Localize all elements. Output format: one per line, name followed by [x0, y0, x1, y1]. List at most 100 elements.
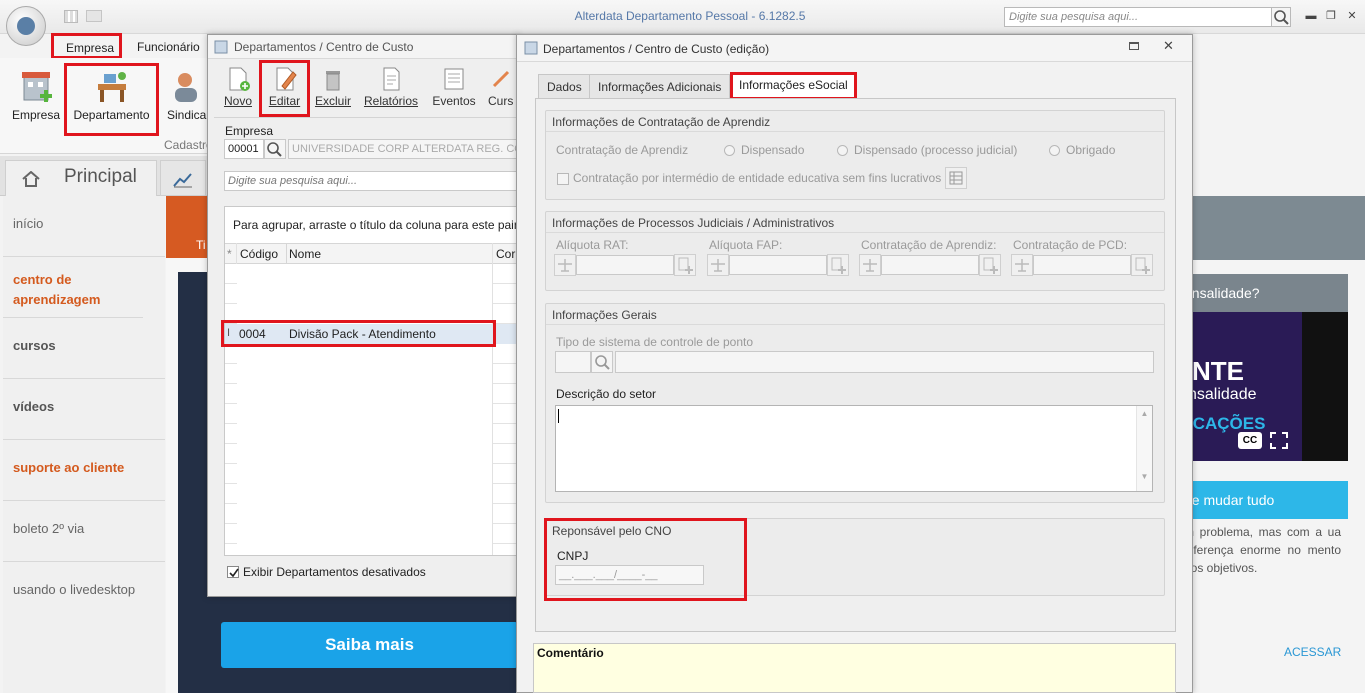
nav-item-boleto[interactable]: boleto 2º via	[3, 501, 165, 562]
right-panel-header	[1176, 196, 1365, 260]
maximize-icon[interactable]	[1129, 42, 1139, 50]
menu-empresa[interactable]: Empresa	[51, 33, 122, 59]
cnpj-input[interactable]: __.___.___/____-__	[555, 565, 704, 585]
row-cursor-icon: I	[227, 327, 231, 339]
report-icon	[383, 67, 400, 91]
group-divider	[546, 324, 1164, 325]
left-nav: início centro de aprendizagem cursos víd…	[3, 196, 165, 693]
col-header-nome[interactable]: Nome	[289, 247, 321, 261]
nav-item-suporte[interactable]: suporte ao cliente	[3, 440, 165, 501]
ribbon-sindicato-button[interactable]: Sindica	[163, 66, 209, 126]
nav-item-inicio[interactable]: início	[3, 196, 165, 257]
ribbon-empresa-button[interactable]: Empresa	[8, 66, 64, 126]
novo-button[interactable]: Novo	[220, 66, 256, 110]
menu-funcionario[interactable]: Funcionário	[130, 38, 207, 58]
nav-item-centro-aprendizagem[interactable]: centro de aprendizagem	[3, 257, 143, 318]
tab-dados[interactable]: Dados	[538, 74, 591, 98]
ribbon-departamento-label: Departamento	[73, 108, 150, 122]
nav-item-livedesktop[interactable]: usando o livedesktop	[3, 562, 165, 623]
col-header-cor[interactable]: Cor	[496, 247, 518, 261]
eventos-button[interactable]: Eventos	[428, 66, 480, 110]
radio-obrigado[interactable]	[1049, 145, 1060, 156]
chart-icon	[173, 173, 192, 188]
aliquota-rat-field[interactable]	[576, 255, 674, 275]
ponto-label: Tipo de sistema de controle de ponto	[556, 335, 754, 349]
video-title: NTE	[1192, 356, 1244, 386]
tab-informacoes-adicionais[interactable]: Informações Adicionais	[589, 74, 731, 98]
search-icon	[267, 142, 282, 157]
text-cursor	[558, 409, 559, 423]
ponto-search-button[interactable]	[591, 351, 613, 373]
editar-button[interactable]: Editar	[259, 60, 310, 117]
aprendiz-group-title: Informações de Contratação de Aprendiz	[552, 115, 771, 129]
comentario-panel[interactable]: Comentário	[533, 643, 1176, 693]
saiba-mais-button[interactable]: Saiba mais	[221, 622, 518, 668]
right-question-text: ensalidade?	[1184, 285, 1260, 301]
add-process-icon[interactable]	[674, 254, 696, 276]
empresa-search-button[interactable]	[264, 139, 286, 159]
scroll-up-icon[interactable]: ▲	[1137, 409, 1152, 418]
radio-obrigado-label: Obrigado	[1066, 143, 1116, 157]
acessar-link[interactable]: ACESSAR	[1284, 645, 1341, 659]
departments-search-input[interactable]: Digite sua pesquisa aqui...	[224, 171, 519, 191]
empresa-code-field[interactable]: 00001	[224, 139, 264, 159]
fullscreen-icon[interactable]	[1270, 432, 1288, 449]
cursos-button[interactable]: Curs	[488, 66, 516, 110]
add-process-icon[interactable]	[827, 254, 849, 276]
textarea-scrollbar[interactable]: ▲ ▼	[1136, 406, 1152, 491]
contratacao-aprendiz-label: Contratação de Aprendiz:	[861, 238, 997, 252]
close-icon[interactable]: ✕	[1344, 9, 1360, 23]
entidade-educativa-checkbox[interactable]	[557, 173, 569, 185]
closed-captions-icon[interactable]: CC	[1238, 432, 1262, 449]
group-divider	[546, 232, 1164, 233]
edit-window-title: Departamentos / Centro de Custo (edição)	[543, 42, 770, 56]
grid-col-divider	[286, 243, 287, 264]
scale-icon[interactable]	[1011, 254, 1033, 276]
search-icon[interactable]	[1271, 7, 1291, 27]
show-inactive-checkbox[interactable]	[227, 566, 239, 578]
relatorios-button[interactable]: Relatórios	[362, 66, 420, 110]
contratacao-aprendiz-field[interactable]	[881, 255, 979, 275]
tab-home[interactable]: Principal	[5, 160, 157, 196]
app-logo[interactable]	[6, 6, 46, 46]
toolbar-divider	[214, 117, 519, 118]
ribbon-departamento-button[interactable]: Departamento	[64, 63, 159, 136]
ribbon-empresa-label: Empresa	[11, 108, 61, 122]
promo-banner-text: Ti	[196, 238, 206, 252]
grid-icon[interactable]	[64, 10, 78, 23]
descricao-textarea[interactable]: ▲ ▼	[555, 405, 1153, 492]
nav-item-videos[interactable]: vídeos	[3, 379, 165, 440]
scroll-down-icon[interactable]: ▼	[1137, 472, 1152, 481]
entidade-lookup-button[interactable]	[945, 167, 967, 189]
scale-icon[interactable]	[554, 254, 576, 276]
tab-informacoes-esocial[interactable]: Informações eSocial	[730, 72, 857, 100]
minimize-icon[interactable]: ▬	[1303, 9, 1319, 23]
nav-item-cursos[interactable]: cursos	[3, 318, 165, 379]
add-process-icon[interactable]	[979, 254, 1001, 276]
contratacao-pcd-field[interactable]	[1033, 255, 1131, 275]
scale-icon[interactable]	[707, 254, 729, 276]
list-icon	[949, 171, 963, 185]
events-icon	[444, 68, 464, 90]
restore-icon[interactable]: ❐	[1323, 9, 1339, 23]
tab-chart[interactable]	[160, 160, 206, 196]
radio-dispensado-judicial[interactable]	[837, 145, 848, 156]
aliquota-fap-field[interactable]	[729, 255, 827, 275]
right-link-card[interactable]: de mudar tudo	[1176, 481, 1348, 519]
aprendiz-label: Contratação de Aprendiz	[556, 143, 689, 157]
group-divider	[546, 131, 1164, 132]
close-icon[interactable]: ✕	[1163, 38, 1174, 54]
people-icon	[175, 73, 197, 102]
right-video[interactable]: NTE nsalidade ICAÇÕES CC	[1176, 312, 1348, 461]
ponto-code-field[interactable]	[555, 351, 591, 373]
add-process-icon[interactable]	[1131, 254, 1153, 276]
right-link-title: de mudar tudo	[1184, 492, 1275, 508]
scale-icon[interactable]	[859, 254, 881, 276]
folder-icon[interactable]	[86, 10, 102, 22]
excluir-button[interactable]: Excluir	[314, 66, 352, 110]
col-header-codigo[interactable]: Código	[240, 247, 278, 261]
global-search-input[interactable]: Digite sua pesquisa aqui...	[1004, 7, 1272, 27]
grid-row-lines	[225, 264, 237, 555]
radio-dispensado[interactable]	[724, 145, 735, 156]
col-header-star[interactable]: *	[227, 247, 232, 261]
